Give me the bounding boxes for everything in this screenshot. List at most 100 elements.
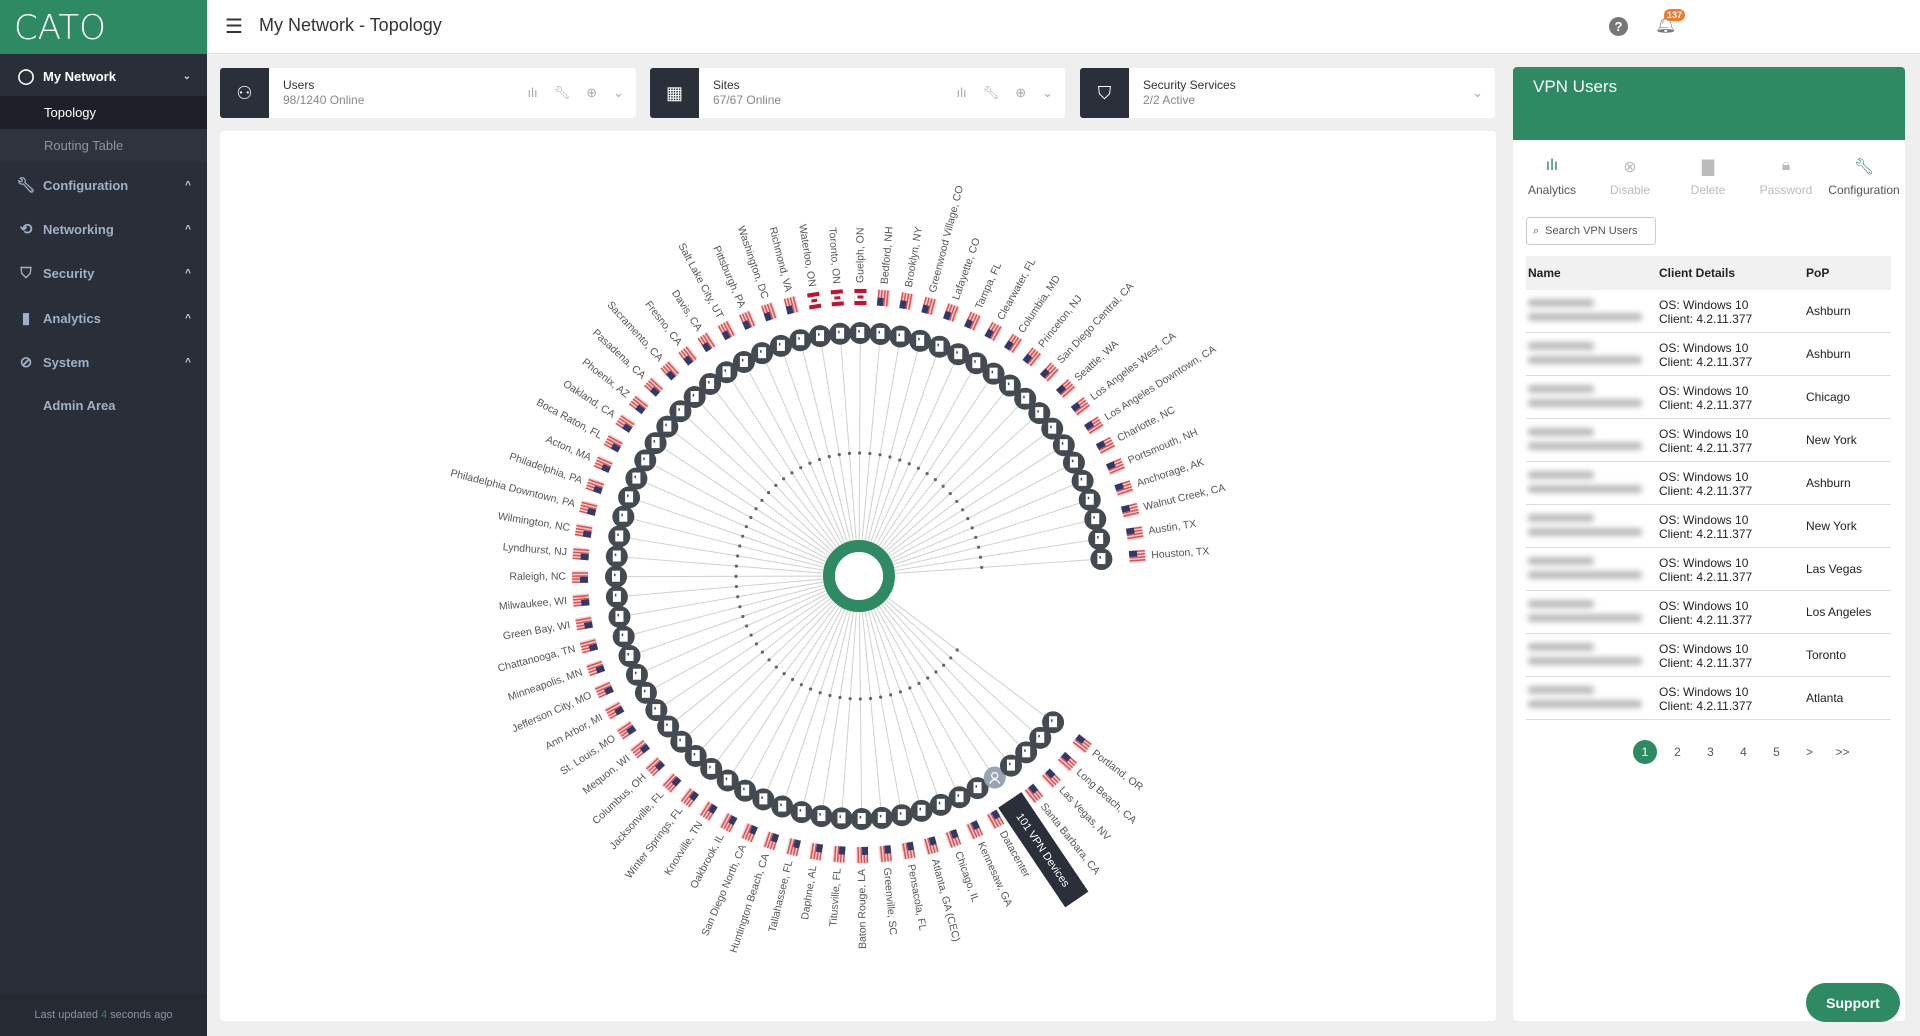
page-button[interactable]: 5 [1760,740,1793,764]
site-label[interactable]: Lafayette, CO [950,236,983,301]
sidebar-item-system[interactable]: ⊘ System ^ [0,342,207,382]
site-label[interactable]: Chattanooga, TN [496,643,576,675]
table-row[interactable]: OS: Windows 10 Client: 4.2.11.377 New York [1526,505,1891,548]
analytics-icon[interactable]: ılı [957,85,967,101]
sites-card[interactable]: ▦ Sites 67/67 Online ılı 🔧︎ ⊕ ⌄ [650,68,1065,118]
table-row[interactable]: OS: Windows 10 Client: 4.2.11.377 Toronto [1526,634,1891,677]
notification-badge[interactable]: 137 [1664,9,1686,21]
page-button[interactable]: 4 [1727,740,1760,764]
site-label[interactable]: Tallahassee, FL [766,859,795,933]
site-node[interactable] [612,505,635,528]
site-label[interactable]: Brooklyn, NY [903,226,925,288]
site-label[interactable]: Toronto, ON [826,227,842,284]
site-node[interactable] [625,467,648,490]
sidebar-item-configuration[interactable]: 🔧︎ Configuration ^ [0,165,207,205]
site-node[interactable] [849,322,872,345]
site-node[interactable] [870,806,893,829]
topology-diagram[interactable]: Houston, TX Austin, TX Walnut Creek, CAAnc… [220,131,1496,1021]
site-label[interactable]: Chicago, IL [952,850,981,904]
security-services-card[interactable]: ⛉ Security Services 2/2 Active ⌄ [1080,68,1495,118]
support-button[interactable]: Support [1806,983,1900,1022]
site-node[interactable] [809,325,832,348]
site-label[interactable]: Los Angeles West, CA [1088,330,1178,403]
site-label[interactable]: Acton, MA [544,433,593,463]
site-label[interactable]: Milwaukee, WI [499,595,568,613]
sidebar-item-networking[interactable]: ⟲ Networking ^ [0,209,207,249]
site-label[interactable]: Titusville, FL [827,868,843,927]
site-node[interactable] [910,799,933,822]
chevron-down-icon[interactable]: ⌄ [613,85,624,101]
site-label[interactable]: Baton Rouge, LA [856,869,869,949]
site-label[interactable]: Greenville, SC [881,867,899,936]
action-analytics[interactable]: ılı Analytics [1513,157,1591,197]
site-node[interactable] [605,565,628,588]
site-label[interactable]: Anchorage, AK [1135,456,1205,489]
page-button[interactable]: > [1793,740,1826,764]
column-client-details[interactable]: Client Details [1659,266,1735,280]
table-row[interactable]: OS: Windows 10 Client: 4.2.11.377 Ashburn [1526,290,1891,333]
action-disable[interactable]: ⊗ Disable [1591,157,1669,197]
page-button[interactable]: 3 [1694,740,1727,764]
table-row[interactable]: OS: Windows 10 Client: 4.2.11.377 Atlanta [1526,677,1891,720]
page-button[interactable]: 1 [1633,740,1657,764]
sidebar-item-routing-table[interactable]: Routing Table [0,129,207,162]
site-label[interactable]: Raleigh, NC [509,571,566,583]
site-node[interactable] [829,322,852,345]
table-row[interactable]: OS: Windows 10 Client: 4.2.11.377 Las Vega… [1526,548,1891,591]
help-icon[interactable]: ? [1609,17,1628,36]
site-label[interactable]: Pensacola, FL [905,863,929,931]
table-row[interactable]: OS: Windows 10 Client: 4.2.11.377 Chicago [1526,376,1891,419]
site-node[interactable] [909,329,932,352]
table-row[interactable]: OS: Windows 10 Client: 4.2.11.377 Ashburn [1526,333,1891,376]
cato-cloud-hub[interactable] [823,540,895,612]
site-node[interactable] [605,545,628,568]
site-node[interactable] [889,325,912,348]
site-node[interactable] [605,585,628,608]
column-name[interactable]: Name [1528,266,1561,280]
site-node[interactable] [1084,508,1107,531]
action-configuration[interactable]: 🔧︎ Configuration [1825,157,1903,197]
site-node[interactable] [830,807,853,830]
sidebar-item-topology[interactable]: Topology [0,96,207,129]
site-node[interactable] [869,322,892,345]
site-node[interactable] [947,343,970,366]
site-node[interactable] [618,644,641,667]
sidebar-item-security[interactable]: ⛉ Security ^ [0,253,207,293]
page-button[interactable]: >> [1826,740,1859,764]
site-label[interactable]: Atlanta, GA (CEC) [929,858,963,943]
site-label[interactable]: Walnut Creek, CA [1142,482,1226,513]
site-label[interactable]: Guelph, ON [854,228,866,284]
sidebar-item-admin-area[interactable]: Admin Area [0,385,207,425]
wrench-icon[interactable]: 🔧︎ [983,85,1000,101]
site-label[interactable]: Lyndhurst, NJ [502,541,567,558]
add-circle-icon[interactable]: ⊕ [586,85,597,101]
site-node[interactable] [612,625,635,648]
table-row[interactable]: OS: Windows 10 Client: 4.2.11.377 Ashburn [1526,462,1891,505]
action-password[interactable]: 🔒︎ Password [1747,157,1825,197]
site-label[interactable]: Houston, TX [1151,545,1210,561]
action-delete[interactable]: ▇ Delete [1669,157,1747,197]
site-node[interactable] [608,525,631,548]
site-label[interactable]: Tampa, FL [973,261,1004,311]
site-label[interactable]: Green Bay, WI [502,619,571,642]
add-circle-icon[interactable]: ⊕ [1015,85,1026,101]
site-node[interactable] [890,804,913,827]
sidebar-item-my-network[interactable]: ◯ My Network ⌄ [0,56,207,96]
site-node[interactable] [1088,527,1111,550]
site-label[interactable]: Wilmington, NC [497,510,571,534]
site-node[interactable] [771,795,794,818]
site-node[interactable] [752,788,775,811]
site-node[interactable] [769,334,792,357]
analytics-icon[interactable]: ılı [528,85,538,101]
wrench-icon[interactable]: 🔧︎ [554,85,571,101]
site-node[interactable] [1078,488,1101,511]
site-label[interactable]: Bedford, NH [879,226,896,285]
site-label[interactable]: Richmond, VA [767,226,795,293]
site-node[interactable] [789,329,812,352]
site-node[interactable] [1042,711,1065,734]
site-node[interactable] [608,605,631,628]
cato-logo[interactable]: CATO [0,0,207,54]
hamburger-menu-icon[interactable]: ☰ [225,14,243,39]
page-button[interactable]: 2 [1661,740,1694,764]
site-label[interactable]: Waterloo, ON [796,223,818,287]
